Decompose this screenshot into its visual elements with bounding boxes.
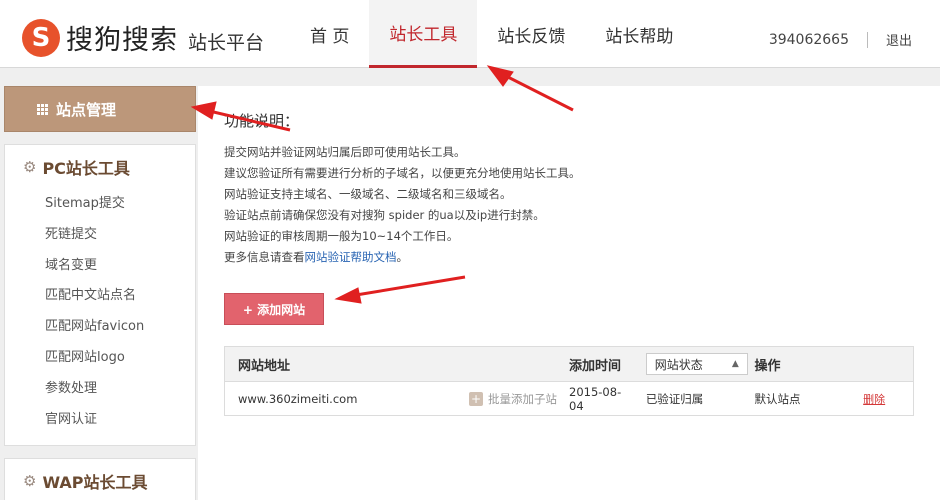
header-op: 操作 [754,358,781,374]
sidebar-group-title[interactable]: ⚙ WAP站长工具 [5,459,195,500]
main-content: 功能说明： 提交网站并验证网站归属后即可使用站长工具。 建议您验证所有需要进行分… [198,86,940,500]
desc-line: 提交网站并验证网站归属后即可使用站长工具。 [224,145,466,159]
user-area: 394062665 退出 [769,30,912,49]
grid-icon [37,103,48,115]
status-filter-select[interactable]: 网站状态 ▲ [645,353,748,375]
plus-icon: + [469,391,484,406]
arrow-head [486,65,514,87]
added-time: 2015-08-04 [569,384,622,413]
delete-link[interactable]: 删除 [863,393,885,406]
sidebar-group-wap: ⚙ WAP站长工具 [4,458,196,500]
table-row: www.360zimeiti.com + 批量添加子站 2015-08-04 已… [225,382,913,415]
chevron-up-icon: ▲ [731,359,739,369]
batch-add-subsite[interactable]: + 批量添加子站 [469,391,557,407]
user-id[interactable]: 394062665 [769,32,849,48]
gear-icon: ⚙ [23,158,37,176]
sidebar: 站点管理 ⚙ PC站长工具 Sitemap提交 死链提交 域名变更 匹配中文站点… [4,86,196,500]
sidebar-item-official[interactable]: 官网认证 [5,405,195,436]
logout-link[interactable]: 退出 [886,30,912,49]
gear-icon: ⚙ [23,472,37,491]
function-description: 提交网站并验证网站归属后即可使用站长工具。 建议您验证所有需要进行分析的子域名，… [224,142,581,268]
desc-line: 验证站点前请确保您没有对搜狗 spider 的ua以及ip进行封禁。 [224,208,545,222]
desc-more-prefix: 更多信息请查看 [224,250,305,264]
sidebar-item-site-management[interactable]: 站点管理 [4,86,196,132]
user-divider [866,31,868,48]
nav-home[interactable]: 首 页 [290,0,369,68]
desc-line: 建议您验证所有需要进行分析的子域名，以便更充分地使用站长工具。 [224,166,581,180]
nav-feedback[interactable]: 站长反馈 [477,0,585,68]
sidebar-item-logo[interactable]: 匹配网站logo [5,343,195,374]
top-header: S 搜狗搜索 站长平台 首 页 站长工具 站长反馈 站长帮助 394062665… [0,0,940,68]
table-header: 网站地址 添加时间 网站状态 ▲ 操作 [225,347,913,382]
sidebar-item-sitemap[interactable]: Sitemap提交 [5,189,195,220]
default-site-link[interactable]: 默认站点 [749,391,864,407]
sidebar-item-cn-name[interactable]: 匹配中文站点名 [5,281,195,312]
sidebar-group-label: PC站长工具 [42,159,130,178]
verify-help-link[interactable]: 网站验证帮助文档 [305,250,397,264]
nav-webmaster-tools[interactable]: 站长工具 [369,0,478,68]
platform-name: 站长平台 [188,32,265,54]
main-nav: 首 页 站长工具 站长反馈 站长帮助 [290,0,693,68]
header-site: 网站地址 [238,358,291,374]
sogou-logo-icon: S [22,18,60,57]
site-cell: www.360zimeiti.com + 批量添加子站 [225,391,569,407]
desc-line: 网站验证支持主域名、一级域名、二级域名和三级域名。 [224,187,512,201]
desc-line: 网站验证的审核周期一般为10~14个工作日。 [224,229,459,243]
sidebar-group-pc: ⚙ PC站长工具 Sitemap提交 死链提交 域名变更 匹配中文站点名 匹配网… [4,144,196,447]
sidebar-item-label: 站点管理 [56,100,117,119]
sidebar-group-label: WAP站长工具 [42,473,148,493]
desc-line: 更多信息请查看网站验证帮助文档。 [224,247,581,268]
site-url[interactable]: www.360zimeiti.com [238,392,357,406]
header-status-cell: 网站状态 ▲ [636,353,749,375]
sidebar-group-title[interactable]: ⚙ PC站长工具 [5,145,195,189]
sidebar-item-deadlink[interactable]: 死链提交 [5,220,195,251]
logo[interactable]: S 搜狗搜索 站长平台 [22,18,264,57]
sidebar-item-favicon[interactable]: 匹配网站favicon [5,312,195,343]
header-time: 添加时间 [569,358,622,374]
logo-text: 搜狗搜索 [66,25,178,56]
site-status: 已验证归属 [645,391,704,406]
site-table: 网站地址 添加时间 网站状态 ▲ 操作 www.360zimeiti.com +… [224,346,914,416]
nav-help[interactable]: 站长帮助 [585,0,693,68]
sidebar-item-domain-change[interactable]: 域名变更 [5,251,195,282]
add-site-button[interactable]: + 添加网站 [224,293,324,325]
desc-more-suffix: 。 [396,250,409,264]
status-filter-label: 网站状态 [654,357,703,372]
function-title: 功能说明： [224,112,300,130]
sidebar-item-params[interactable]: 参数处理 [5,374,195,405]
sidebar-list: Sitemap提交 死链提交 域名变更 匹配中文站点名 匹配网站favicon … [5,189,195,445]
batch-add-label: 批量添加子站 [488,391,558,406]
